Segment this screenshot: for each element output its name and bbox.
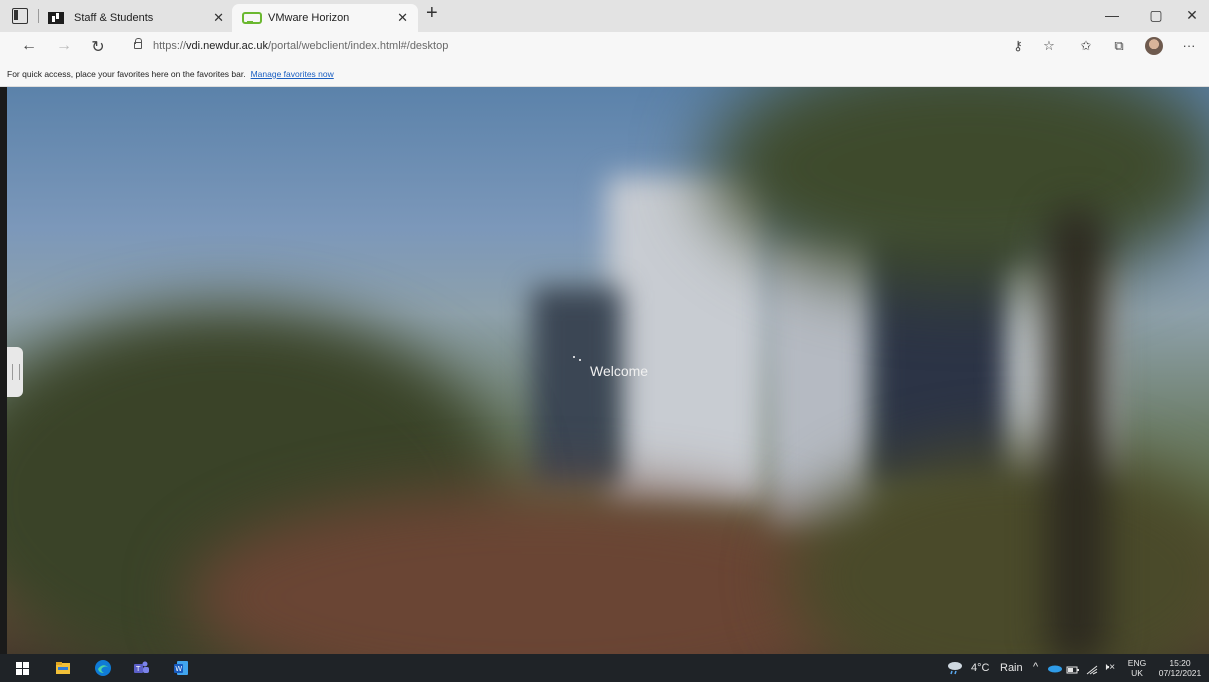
battery-icon[interactable]	[1066, 662, 1084, 680]
teams-icon[interactable]: T	[132, 659, 150, 677]
language-indicator[interactable]: ENG UK	[1126, 658, 1148, 678]
wifi-icon[interactable]	[1086, 662, 1104, 680]
onedrive-icon[interactable]	[1047, 661, 1065, 679]
tab-separator	[38, 9, 39, 23]
loading-spinner	[573, 356, 585, 364]
url-scheme: https://	[153, 40, 187, 52]
word-icon[interactable]: W	[172, 659, 190, 677]
url-host: vdi.newdur.ac.uk	[186, 40, 268, 52]
manage-favorites-link[interactable]: Manage favorites now	[251, 69, 334, 79]
address-bar[interactable]: https://vdi.newdur.ac.uk/portal/webclien…	[153, 40, 448, 52]
weather-temp[interactable]: 4°C	[971, 662, 989, 674]
forward-button[interactable]: →	[55, 37, 73, 55]
favorites-bar-message: For quick access, place your favorites h…	[7, 69, 246, 79]
bg-building-dark	[532, 287, 622, 487]
signal-bars-icon	[48, 12, 64, 24]
more-icon[interactable]: ···	[1180, 38, 1198, 53]
tab-label: Staff & Students	[74, 12, 154, 24]
file-explorer-icon[interactable]	[54, 659, 72, 677]
windows-taskbar: T W 4°C Rain ^ 🕨× ENG UK 15:20 07/12/202…	[0, 654, 1209, 682]
refresh-button[interactable]: ↻	[89, 37, 107, 57]
maximize-button[interactable]: ▢	[1146, 7, 1166, 24]
clock-date: 07/12/2021	[1158, 668, 1202, 678]
remote-desktop-view[interactable]: Welcome	[7, 87, 1209, 654]
minimize-button[interactable]: —	[1102, 7, 1122, 23]
browser-tab-strip: Staff & Students ✕ VMware Horizon ✕ + — …	[0, 0, 1209, 32]
welcome-text: Welcome	[590, 363, 649, 379]
read-aloud-icon[interactable]: ☆	[1040, 38, 1058, 54]
clock[interactable]: 15:20 07/12/2021	[1154, 658, 1206, 678]
collections-icon[interactable]: ⧉	[1110, 38, 1128, 54]
svg-text:T: T	[135, 665, 141, 673]
bg-tree-trunk	[1047, 207, 1107, 654]
vmware-horizon-icon	[242, 12, 262, 24]
language-code: ENG	[1127, 658, 1147, 668]
tab-close-icon[interactable]: ✕	[213, 10, 224, 26]
clock-time: 15:20	[1169, 658, 1191, 668]
new-tab-button[interactable]: +	[426, 2, 438, 25]
key-icon[interactable]: ⚷	[1009, 38, 1027, 54]
weather-rain-icon[interactable]	[946, 660, 964, 678]
back-button[interactable]: ←	[20, 37, 38, 55]
tab-label: VMware Horizon	[268, 12, 350, 24]
tab-close-icon[interactable]: ✕	[397, 10, 408, 26]
lock-icon[interactable]	[134, 38, 142, 49]
volume-muted-icon[interactable]: 🕨×	[1103, 662, 1115, 673]
close-window-button[interactable]: ✕	[1182, 7, 1202, 24]
edge-icon[interactable]	[94, 659, 112, 677]
browser-toolbar: ← → ↻ https://vdi.newdur.ac.uk/portal/we…	[0, 32, 1209, 62]
tab-vmware-horizon[interactable]: VMware Horizon ✕	[232, 4, 418, 32]
tab-actions-icon[interactable]	[12, 8, 28, 24]
favorites-icon[interactable]: ✩	[1077, 38, 1095, 54]
tab-staff-students[interactable]: Staff & Students ✕	[48, 4, 228, 32]
language-region: UK	[1131, 668, 1143, 678]
chevron-up-icon[interactable]: ^	[1033, 661, 1038, 673]
url-path: /portal/webclient/index.html#/desktop	[267, 40, 449, 52]
svg-text:W: W	[175, 665, 182, 673]
horizon-sidebar-handle[interactable]	[7, 347, 23, 397]
start-icon[interactable]	[14, 659, 32, 677]
profile-avatar[interactable]	[1145, 37, 1163, 55]
weather-condition[interactable]: Rain	[1000, 662, 1023, 674]
favorites-bar: For quick access, place your favorites h…	[0, 62, 1209, 87]
